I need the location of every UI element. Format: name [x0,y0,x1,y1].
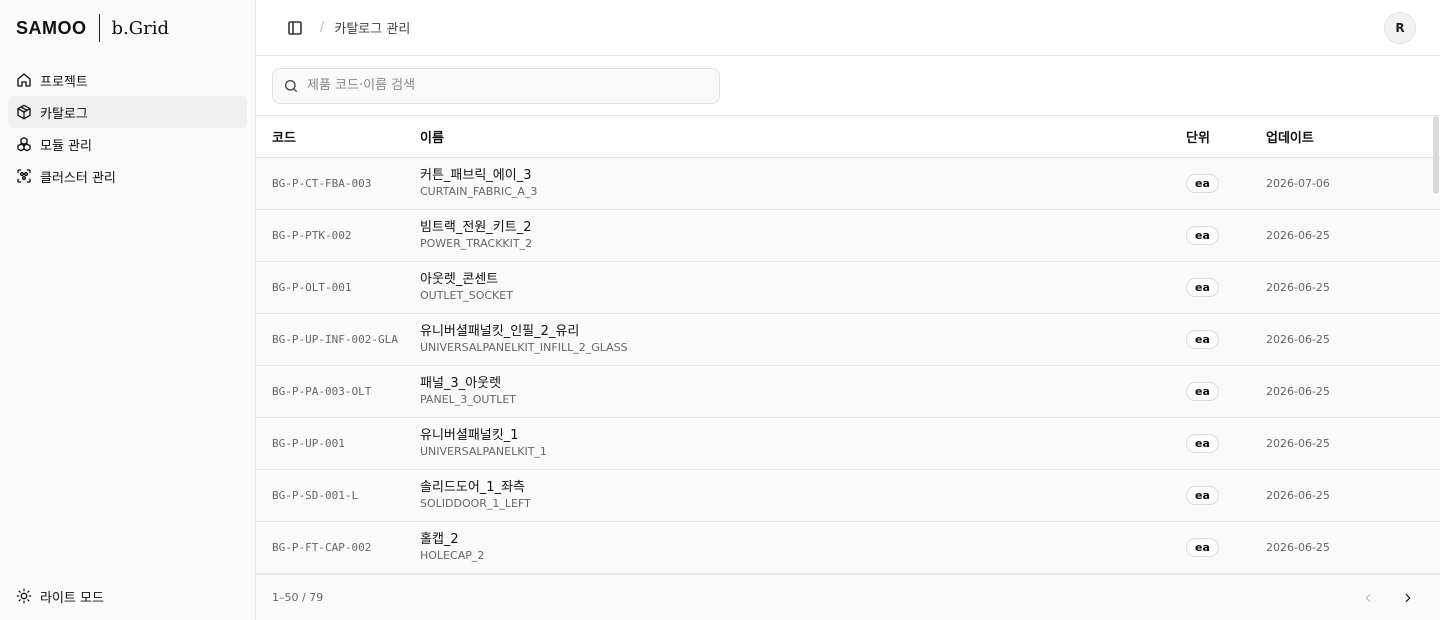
row-code: BG-P-PTK-002 [272,228,352,242]
breadcrumb-separator: / [320,20,325,35]
row-name-en: UNIVERSALPANELKIT_1 [420,445,547,458]
main-content: / 카탈로그 관리 R 코드 이름 단위 업데이트 [256,0,1440,620]
brand-product: b.Grid [111,17,170,39]
sidebar: SAMOO b.Grid 프로젝트 카탈로그 모듈 관리 클러스터 관리 라이트… [0,0,256,620]
search-box [272,67,720,104]
table-row[interactable]: BG-P-UP-001 유니버셜패널킷_1 UNIVERSALPANELKIT_1… [256,417,1440,469]
unit-badge: ea [1186,485,1219,505]
panel-left-icon [288,20,302,35]
sidebar-item-label: 프로젝트 [40,74,88,90]
sidebar-item-modules[interactable]: 모듈 관리 [8,128,247,160]
unit-badge: ea [1186,173,1219,193]
table-row[interactable]: BG-P-SD-001-L 솔리드도어_1_좌측 SOLIDDOOR_1_LEFT… [256,469,1440,521]
row-updated: 2026-06-25 [1266,280,1330,294]
row-updated: 2026-06-25 [1266,436,1330,450]
brand-logo[interactable]: SAMOO b.Grid [0,0,255,56]
table-row[interactable]: BG-P-PTK-002 빔트랙_전원_키트_2 POWER_TRACKKIT_2… [256,209,1440,261]
column-header-name[interactable]: 이름 [420,116,1186,158]
search-icon [283,78,299,94]
row-name-ko: 솔리드도어_1_좌측 [420,480,525,495]
pagination-bar: 1–50 / 79 [256,574,1440,620]
row-updated: 2026-06-25 [1266,384,1330,398]
row-name-en: SOLIDDOOR_1_LEFT [420,497,531,510]
chevron-left-icon [1365,593,1371,602]
theme-toggle-label: 라이트 모드 [40,590,104,606]
table-row[interactable]: BG-P-FT-CAP-002 홀캡_2 HOLECAP_2 ea 2026-06… [256,521,1440,573]
row-code: BG-P-FT-CAP-002 [272,540,372,554]
table-header-row: 코드 이름 단위 업데이트 [256,116,1440,158]
row-name-en: PANEL_3_OUTLET [420,393,516,406]
row-name-ko: 유니버셜패널킷_인필_2_유리 [420,324,580,339]
row-name-en: CURTAIN_FABRIC_A_3 [420,185,538,198]
row-name-en: OUTLET_SOCKET [420,289,513,302]
unit-badge: ea [1186,381,1219,401]
row-updated: 2026-06-25 [1266,540,1330,554]
prev-page-button[interactable] [1352,582,1384,614]
catalog-table-container: 코드 이름 단위 업데이트 BG-P-CT-FBA-003 커튼_패브릭_에이_… [256,116,1440,574]
row-updated: 2026-06-25 [1266,488,1330,502]
table-row[interactable]: BG-P-CT-FBA-003 커튼_패브릭_에이_3 CURTAIN_FABRI… [256,157,1440,209]
sidebar-nav: 프로젝트 카탈로그 모듈 관리 클러스터 관리 [0,56,255,200]
pagination-controls [1352,582,1424,614]
sidebar-item-label: 클러스터 관리 [40,170,116,186]
boxes-icon [16,136,32,152]
unit-badge: ea [1186,277,1219,297]
row-name-ko: 아웃렛_콘센트 [420,272,499,287]
row-code: BG-P-UP-INF-002-GLA [272,332,398,346]
brand-divider [98,14,100,42]
row-updated: 2026-06-25 [1266,228,1330,242]
row-name-en: UNIVERSALPANELKIT_INFILL_2_GLASS [420,341,628,354]
sidebar-item-label: 모듈 관리 [40,138,92,154]
unit-badge: ea [1186,537,1219,557]
row-name-ko: 빔트랙_전원_키트_2 [420,220,532,235]
column-header-code[interactable]: 코드 [256,116,420,158]
search-input[interactable] [307,78,709,93]
row-name-ko: 유니버셜패널킷_1 [420,428,519,443]
column-header-unit[interactable]: 단위 [1186,116,1266,158]
table-row[interactable]: BG-P-PA-003-OLT 패널_3_아웃렛 PANEL_3_OUTLET e… [256,365,1440,417]
avatar[interactable]: R [1384,11,1416,44]
next-page-button[interactable] [1392,582,1424,614]
row-code: BG-P-SD-001-L [272,488,359,502]
theme-toggle-button[interactable]: 라이트 모드 [8,580,246,612]
sun-icon [16,588,32,604]
top-header: / 카탈로그 관리 R [256,0,1440,56]
row-name-en: HOLECAP_2 [420,549,485,562]
catalog-table: 코드 이름 단위 업데이트 BG-P-CT-FBA-003 커튼_패브릭_에이_… [256,116,1440,574]
row-name-en: POWER_TRACKKIT_2 [420,237,533,250]
table-scrollbar[interactable] [1433,116,1439,194]
package-icon [16,104,32,120]
sidebar-item-catalog[interactable]: 카탈로그 [8,96,247,128]
row-name-ko: 패널_3_아웃렛 [420,376,502,391]
chevron-right-icon [1405,593,1411,602]
brand-company: SAMOO [16,17,87,38]
row-updated: 2026-06-25 [1266,332,1330,346]
toolbar [256,56,1440,116]
unit-badge: ea [1186,225,1219,245]
row-name-ko: 커튼_패브릭_에이_3 [420,168,532,183]
row-name-ko: 홀캡_2 [420,532,459,547]
row-code: BG-P-PA-003-OLT [272,384,372,398]
home-icon [16,72,32,88]
unit-badge: ea [1186,329,1219,349]
unit-badge: ea [1186,433,1219,453]
pagination-info: 1–50 / 79 [272,591,324,604]
column-header-updated[interactable]: 업데이트 [1266,116,1440,158]
sidebar-item-clusters[interactable]: 클러스터 관리 [8,160,247,192]
sidebar-item-projects[interactable]: 프로젝트 [8,64,247,96]
breadcrumb: 카탈로그 관리 [334,22,411,37]
sidebar-toggle-button[interactable] [284,17,306,39]
table-row[interactable]: BG-P-UP-INF-002-GLA 유니버셜패널킷_인필_2_유리 UNIVE… [256,313,1440,365]
row-code: BG-P-UP-001 [272,436,345,450]
scan-cluster-icon [16,168,32,184]
row-updated: 2026-07-06 [1266,176,1330,190]
row-code: BG-P-OLT-001 [272,280,352,294]
row-code: BG-P-CT-FBA-003 [272,176,372,190]
sidebar-item-label: 카탈로그 [40,106,88,122]
table-row[interactable]: BG-P-OLT-001 아웃렛_콘센트 OUTLET_SOCKET ea 202… [256,261,1440,313]
